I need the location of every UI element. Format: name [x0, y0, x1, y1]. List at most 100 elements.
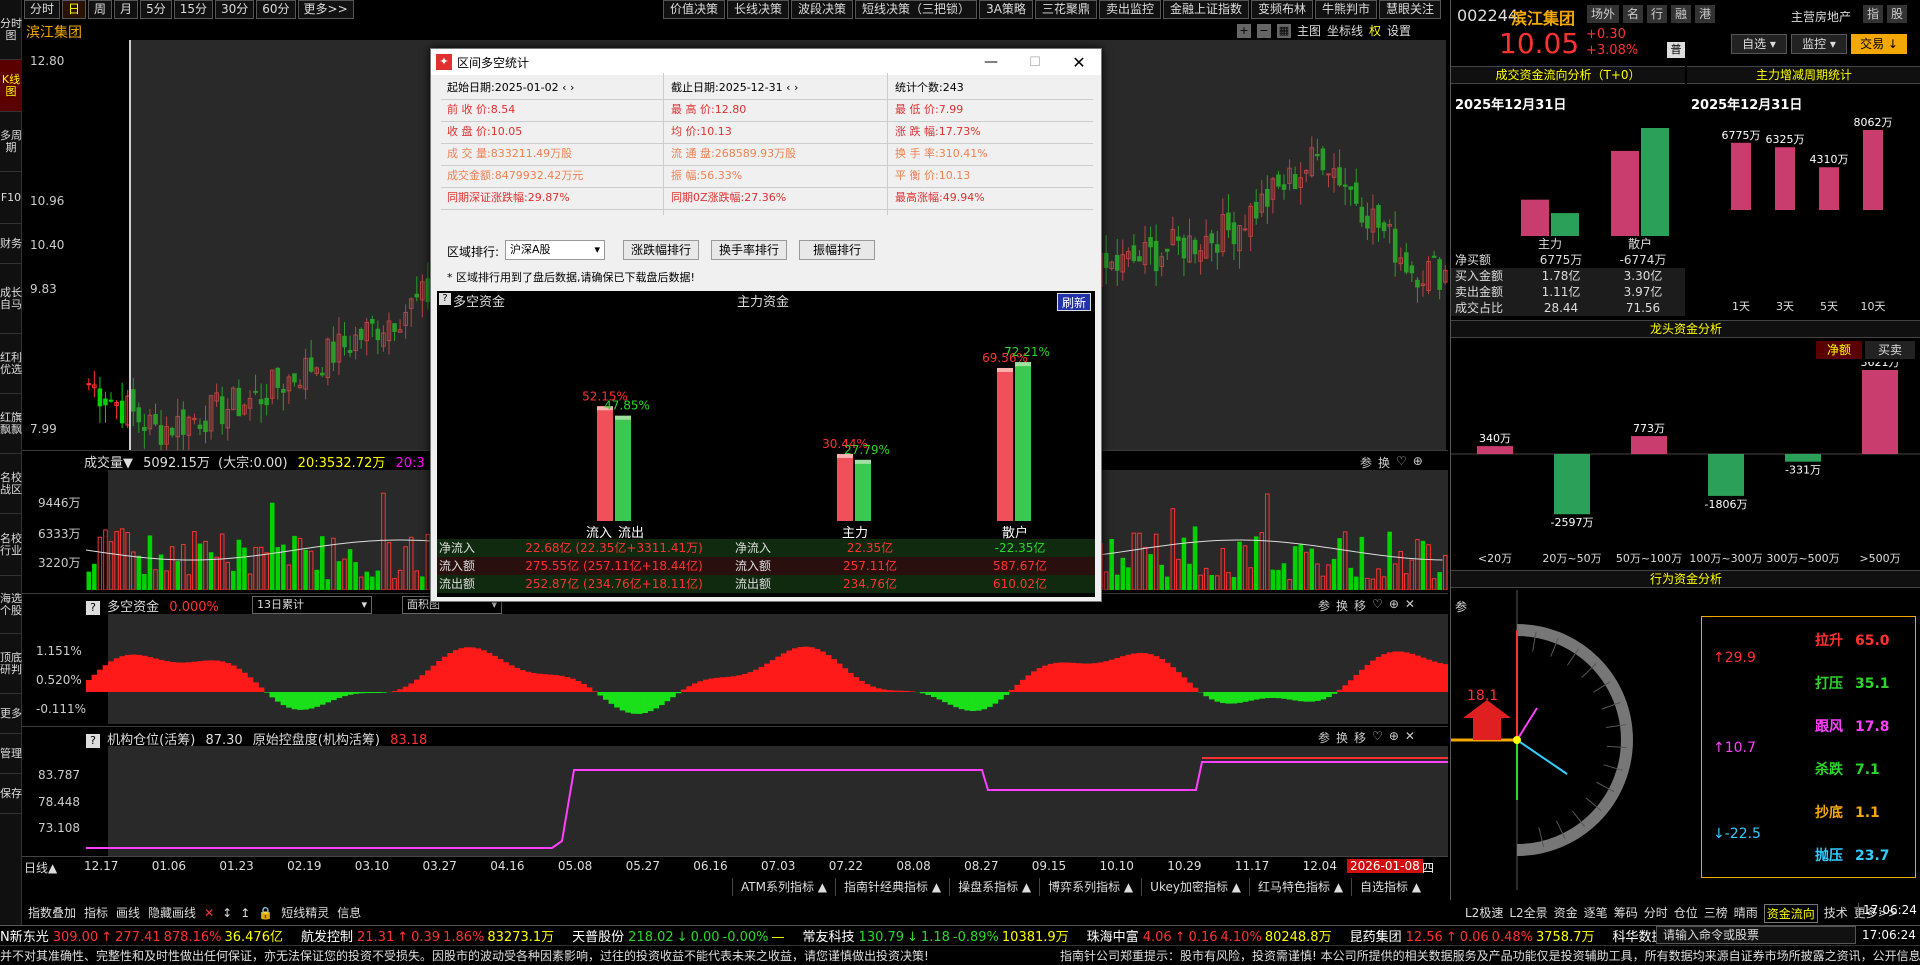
- minimize-icon[interactable]: —: [969, 54, 1013, 70]
- bottom-tool-7[interactable]: 🔒: [258, 906, 273, 920]
- sidebar-item-12[interactable]: 更多: [0, 694, 22, 734]
- rank-select[interactable]: 沪深A股 ▾: [505, 240, 605, 260]
- strategy-tab-10[interactable]: 慧眼关注: [1379, 0, 1442, 19]
- ticker-item[interactable]: 昆药集团 12.56 ↑ 0.06 0.48% 3758.7万: [1350, 926, 1595, 945]
- right-tab-0[interactable]: L2极速: [1465, 904, 1503, 923]
- ticker-item[interactable]: 常友科技 130.79 ↓ 1.18 -0.89% 10381.9万: [803, 926, 1069, 945]
- bottom-tool-1[interactable]: 指标: [84, 904, 108, 921]
- main-chart-button[interactable]: 主图: [1297, 22, 1321, 39]
- strategy-tab-1[interactable]: 长线决策: [727, 0, 790, 19]
- strategy-tab-0[interactable]: 价值决策: [663, 0, 726, 19]
- right-tab-9[interactable]: 资金流向: [1763, 904, 1818, 923]
- period-tab-2[interactable]: 周: [88, 0, 113, 19]
- trade-button[interactable]: 交易 ↓: [1851, 34, 1907, 54]
- bottom-tool-0[interactable]: 指数叠加: [28, 904, 76, 921]
- sidebar-item-13[interactable]: 管理: [0, 734, 22, 774]
- pane-tool-icon[interactable]: ♡: [1372, 597, 1383, 614]
- quote-tag[interactable]: 行: [1647, 5, 1668, 23]
- sidebar-item-9[interactable]: 名校行业: [0, 514, 22, 576]
- bottom-tool-9[interactable]: 信息: [337, 904, 361, 921]
- period-tab-7[interactable]: 60分: [256, 0, 296, 19]
- accumulation-select[interactable]: 13日累计 ▾: [252, 596, 372, 614]
- ticker-item[interactable]: 天普股份 218.02 ↓ 0.00 -0.00% —: [572, 926, 784, 945]
- settings-button[interactable]: 设置: [1387, 22, 1411, 39]
- pane-tool-icon[interactable]: ♡: [1372, 729, 1383, 746]
- strategy-tab-5[interactable]: 三花聚鼎: [1034, 0, 1097, 19]
- quote-tag[interactable]: 股: [1887, 5, 1908, 23]
- period-tab-4[interactable]: 5分: [140, 0, 172, 19]
- monitor-button[interactable]: 监控 ▾: [1791, 34, 1847, 54]
- right-tab-8[interactable]: 晴雨: [1734, 904, 1758, 923]
- pane-tool-icon[interactable]: 参: [1360, 454, 1372, 471]
- strategy-tab-3[interactable]: 短线决策（三把锁）: [855, 0, 978, 19]
- indicator-menu-5[interactable]: 红马特色指标 ▲: [1249, 878, 1351, 896]
- bottom-tool-2[interactable]: 画线: [116, 904, 140, 921]
- sidebar-item-4[interactable]: 财务: [0, 224, 22, 264]
- minus-icon[interactable]: −: [1257, 23, 1271, 38]
- sidebar-item-7[interactable]: 红旗飘飘: [0, 394, 22, 454]
- period-tab-3[interactable]: 月: [114, 0, 139, 19]
- right-tab-1[interactable]: L2全景: [1509, 904, 1547, 923]
- quote-tag[interactable]: 融: [1671, 5, 1692, 23]
- bottom-tool-4[interactable]: ✕: [204, 906, 214, 920]
- right-tab-10[interactable]: 技术: [1824, 904, 1848, 923]
- tab-buysell[interactable]: 买卖: [1865, 341, 1915, 359]
- right-tab-3[interactable]: 逐笔: [1584, 904, 1608, 923]
- coord-line-button[interactable]: 坐标线: [1327, 22, 1363, 39]
- pane-tool-icon[interactable]: 参: [1318, 597, 1330, 614]
- add-favorite-button[interactable]: 自选 ▾: [1731, 34, 1787, 54]
- close-icon[interactable]: ✕: [1057, 53, 1101, 72]
- period-tab-0[interactable]: 分时: [24, 0, 61, 19]
- stat-cell[interactable]: 起始日期:2025-01-02 ‹ ›: [447, 79, 574, 95]
- command-input[interactable]: 请输入命令或股票: [1656, 926, 1856, 944]
- strategy-tab-4[interactable]: 3A策略: [979, 0, 1033, 19]
- grid-icon[interactable]: ▦: [1277, 23, 1291, 38]
- right-tab-6[interactable]: 仓位: [1674, 904, 1698, 923]
- ticker-item[interactable]: N新东光 309.00 ↑ 277.41 878.16% 36.476亿: [0, 926, 283, 945]
- sidebar-item-6[interactable]: 红利优选: [0, 334, 22, 394]
- pane-tool-icon[interactable]: 移: [1354, 597, 1366, 614]
- strategy-tab-6[interactable]: 卖出监控: [1098, 0, 1161, 19]
- pane-tool-icon[interactable]: ✕: [1405, 597, 1415, 614]
- right-adjust-button[interactable]: 权: [1369, 22, 1381, 39]
- sidebar-item-5[interactable]: 成长自马: [0, 264, 22, 334]
- quote-tag[interactable]: 名: [1623, 5, 1644, 23]
- indicator-menu-3[interactable]: 博弈系列指标 ▲: [1039, 878, 1141, 896]
- sidebar-item-11[interactable]: 顶底研判: [0, 634, 22, 694]
- period-indicator[interactable]: 日线▲: [24, 859, 57, 876]
- right-tab-7[interactable]: 三榜: [1704, 904, 1728, 923]
- pane-tool-icon[interactable]: 换: [1378, 454, 1390, 471]
- quote-tag[interactable]: 指: [1863, 5, 1884, 23]
- sidebar-item-8[interactable]: 名校战区: [0, 454, 22, 514]
- indicator-menu-0[interactable]: ATM系列指标 ▲: [732, 878, 835, 896]
- bottom-tool-8[interactable]: 短线精灵: [281, 904, 329, 921]
- tab-net[interactable]: 净额: [1816, 341, 1862, 359]
- sidebar-item-0[interactable]: 分时图: [0, 0, 22, 60]
- right-tab-2[interactable]: 资金: [1554, 904, 1578, 923]
- dialog-titlebar[interactable]: ✦ 区间多空统计 — ☐ ✕: [431, 49, 1101, 75]
- rank-button-2[interactable]: 振幅排行: [799, 240, 875, 260]
- rank-button-1[interactable]: 换手率排行: [711, 240, 787, 260]
- ticker-item[interactable]: 珠海中富 4.06 ↑ 0.16 4.10% 80248.8万: [1087, 926, 1332, 945]
- right-tab-5[interactable]: 分时: [1644, 904, 1668, 923]
- maximize-icon[interactable]: ☐: [1013, 55, 1057, 70]
- period-tab-5[interactable]: 15分: [173, 0, 213, 19]
- sidebar-item-3[interactable]: F10: [0, 172, 22, 224]
- ticker-item[interactable]: 航发控制 21.31 ↑ 0.39 1.86% 83273.1万: [301, 926, 554, 945]
- indicator-menu-4[interactable]: Ukey加密指标 ▲: [1141, 878, 1249, 896]
- volume-title[interactable]: 成交量▼: [84, 456, 133, 471]
- period-tab-8[interactable]: 更多>>: [297, 0, 354, 19]
- period-tab-1[interactable]: 日: [62, 0, 87, 19]
- plus-icon[interactable]: +: [1237, 23, 1251, 38]
- right-tab-4[interactable]: 筹码: [1614, 904, 1638, 923]
- pane-tool-icon[interactable]: ♡: [1396, 454, 1407, 471]
- strategy-tab-8[interactable]: 变频布林: [1250, 0, 1313, 19]
- sidebar-item-2[interactable]: 多周期: [0, 112, 22, 172]
- quote-tag[interactable]: 场外: [1587, 5, 1620, 23]
- help-icon[interactable]: ?: [86, 601, 100, 615]
- indicator-menu-1[interactable]: 指南针经典指标 ▲: [835, 878, 949, 896]
- sidebar-item-1[interactable]: K线图: [0, 60, 22, 112]
- strategy-tab-7[interactable]: 金融上证指数: [1162, 0, 1249, 19]
- indicator-menu-6[interactable]: 自选指标 ▲: [1351, 878, 1429, 896]
- bottom-tool-6[interactable]: ↥: [240, 906, 250, 920]
